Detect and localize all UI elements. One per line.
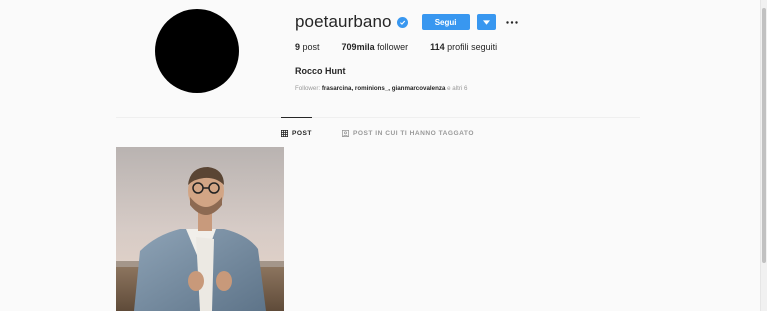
- followers-label: follower: [377, 42, 409, 52]
- posts-label: post: [302, 42, 320, 52]
- scrollbar-thumb[interactable]: [762, 8, 766, 263]
- followed-by-prefix: Follower:: [295, 85, 321, 92]
- profile-stats: 9 post 709mila follower 114 profili segu…: [295, 42, 519, 52]
- profile-header: poetaurbano Segui: [295, 11, 519, 33]
- follow-button[interactable]: Segui: [421, 14, 470, 30]
- full-name: Rocco Hunt: [295, 66, 346, 76]
- post-thumbnail[interactable]: [116, 147, 284, 311]
- followers-count: 709mila: [341, 42, 375, 52]
- profile-avatar[interactable]: [155, 9, 239, 93]
- posts-count: 9: [295, 42, 301, 52]
- followed-by-suffix[interactable]: e altri 6: [447, 85, 467, 92]
- following-stat[interactable]: 114 profili seguiti: [430, 42, 497, 52]
- post-photo: [116, 147, 284, 311]
- chevron-down-icon: [482, 19, 490, 25]
- following-count: 114: [430, 42, 445, 52]
- username: poetaurbano: [295, 12, 392, 31]
- followed-by-account[interactable]: frasarcina: [322, 85, 352, 92]
- following-label: profili seguiti: [447, 42, 498, 52]
- grid-icon: [281, 129, 288, 137]
- followed-by: Follower: frasarcina, rominions_, gianma…: [295, 85, 468, 92]
- tab-post-label: POST: [292, 129, 312, 137]
- page-scrollbar[interactable]: [760, 0, 767, 311]
- tab-tagged[interactable]: POST IN CUI TI HANNO TAGGATO: [342, 118, 474, 148]
- posts-stat: 9 post: [295, 42, 320, 52]
- tagged-icon: [342, 129, 349, 137]
- tab-tagged-label: POST IN CUI TI HANNO TAGGATO: [353, 129, 474, 137]
- suggestions-dropdown-button[interactable]: [476, 14, 496, 30]
- followed-by-account[interactable]: gianmarcovalenza: [392, 85, 446, 92]
- tab-post[interactable]: POST: [281, 117, 312, 148]
- followers-stat[interactable]: 709mila follower: [342, 42, 409, 52]
- more-options-icon[interactable]: [505, 14, 519, 30]
- verified-badge-icon: [396, 16, 408, 28]
- followed-by-account[interactable]: rominions_: [355, 85, 388, 92]
